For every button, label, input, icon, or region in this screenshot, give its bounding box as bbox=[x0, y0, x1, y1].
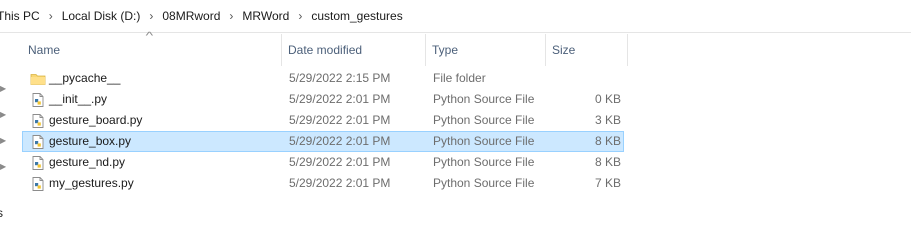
file-name: my_gestures.py bbox=[49, 176, 134, 190]
file-size: 8 KB bbox=[594, 155, 621, 169]
file-type: Python Source File bbox=[433, 155, 535, 169]
python-file-icon bbox=[30, 134, 46, 150]
expand-arrow-icon[interactable]: ▶ bbox=[0, 110, 6, 119]
chevron-right-icon[interactable]: › bbox=[140, 9, 162, 23]
python-file-icon bbox=[30, 176, 46, 192]
file-size: 0 KB bbox=[594, 92, 621, 106]
file-name: gesture_board.py bbox=[49, 113, 143, 127]
file-row[interactable]: __init__.py 5/29/2022 2:01 PM Python Sourc… bbox=[22, 89, 624, 110]
python-file-icon bbox=[30, 155, 46, 171]
file-name: __init__.py bbox=[49, 92, 108, 106]
breadcrumb-mrword[interactable]: MRWord bbox=[242, 9, 289, 23]
file-row[interactable]: gesture_nd.py 5/29/2022 2:01 PM Python Sou… bbox=[22, 152, 624, 173]
file-type: Python Source File bbox=[433, 113, 535, 127]
file-row[interactable]: gesture_box.py 5/29/2022 2:01 PM Python So… bbox=[22, 131, 624, 152]
breadcrumb-custom-gestures[interactable]: custom_gestures bbox=[311, 9, 402, 23]
file-explorer-window: This PC › Local Disk (D:) › 08MRword › M… bbox=[0, 0, 911, 240]
expand-arrow-icon[interactable]: ▶ bbox=[0, 162, 6, 171]
python-file-icon bbox=[30, 92, 46, 108]
file-name: gesture_box.py bbox=[49, 134, 132, 148]
file-date-modified: 5/29/2022 2:01 PM bbox=[289, 176, 391, 190]
chevron-right-icon[interactable]: › bbox=[289, 9, 311, 23]
breadcrumb: This PC › Local Disk (D:) › 08MRword › M… bbox=[0, 0, 911, 33]
column-header-size[interactable]: Size bbox=[546, 34, 628, 66]
file-name: gesture_nd.py bbox=[49, 155, 126, 169]
file-row[interactable]: my_gestures.py 5/29/2022 2:01 PM Python So… bbox=[22, 173, 624, 194]
file-type: Python Source File bbox=[433, 134, 535, 148]
file-type: Python Source File bbox=[433, 92, 535, 106]
file-date-modified: 5/29/2022 2:15 PM bbox=[289, 71, 391, 85]
chevron-right-icon[interactable]: › bbox=[220, 9, 242, 23]
expand-arrow-icon[interactable]: ▶ bbox=[0, 84, 6, 93]
breadcrumb-08mrword[interactable]: 08MRword bbox=[162, 9, 220, 23]
column-header-name[interactable]: Name bbox=[22, 34, 282, 66]
column-header-date-modified[interactable]: Date modified bbox=[282, 34, 426, 66]
file-date-modified: 5/29/2022 2:01 PM bbox=[289, 113, 391, 127]
navigation-pane: ▶ ▶ ▶ ▶ s bbox=[0, 34, 12, 240]
chevron-right-icon[interactable]: › bbox=[40, 9, 62, 23]
column-header-type[interactable]: Type bbox=[426, 34, 546, 66]
file-type: File folder bbox=[433, 71, 486, 85]
file-list: __pycache__ 5/29/2022 2:15 PM File folder _… bbox=[22, 68, 628, 194]
file-size: 8 KB bbox=[594, 134, 621, 148]
file-size: 7 KB bbox=[594, 176, 621, 190]
folder-icon bbox=[30, 71, 46, 87]
python-file-icon bbox=[30, 113, 46, 129]
file-row[interactable]: gesture_board.py 5/29/2022 2:01 PM Python … bbox=[22, 110, 624, 131]
file-row[interactable]: __pycache__ 5/29/2022 2:15 PM File folder bbox=[22, 68, 624, 89]
file-size bbox=[549, 69, 621, 88]
file-name: __pycache__ bbox=[49, 71, 121, 85]
breadcrumb-this-pc[interactable]: This PC bbox=[0, 9, 40, 23]
file-date-modified: 5/29/2022 2:01 PM bbox=[289, 134, 391, 148]
file-date-modified: 5/29/2022 2:01 PM bbox=[289, 92, 391, 106]
file-size: 3 KB bbox=[594, 113, 621, 127]
breadcrumb-local-disk[interactable]: Local Disk (D:) bbox=[62, 9, 141, 23]
file-date-modified: 5/29/2022 2:01 PM bbox=[289, 155, 391, 169]
file-type: Python Source File bbox=[433, 176, 535, 190]
column-header-row: ^ Name Date modified Type Size bbox=[22, 31, 628, 66]
expand-arrow-icon[interactable]: ▶ bbox=[0, 136, 6, 145]
nav-item-label[interactable]: s bbox=[0, 206, 3, 220]
